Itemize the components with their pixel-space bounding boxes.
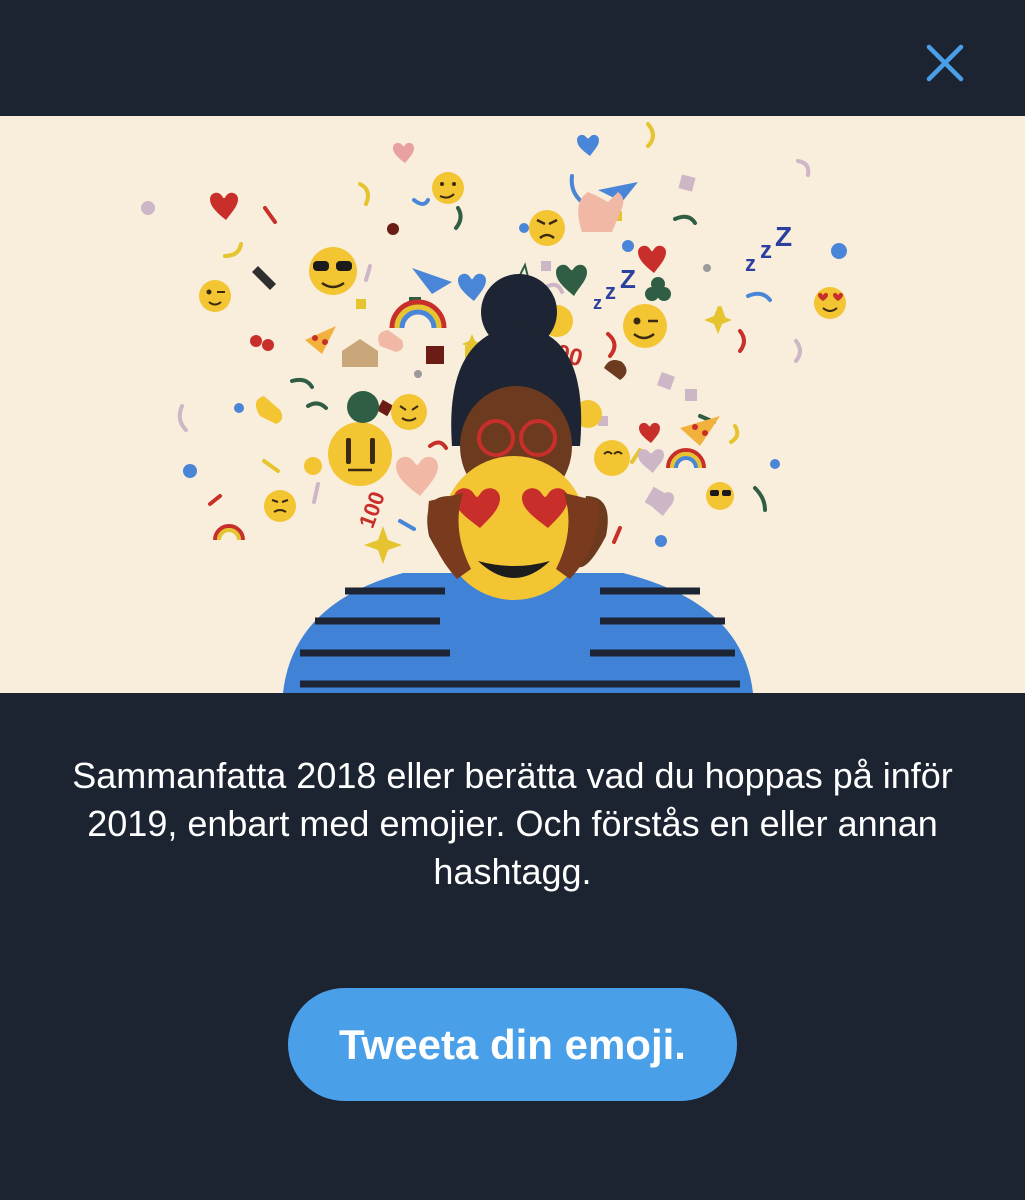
- promo-message: Sammanfatta 2018 eller berätta vad du ho…: [72, 755, 953, 892]
- tweet-emoji-button[interactable]: Tweeta din emoji.: [288, 988, 737, 1101]
- close-button[interactable]: [918, 36, 972, 90]
- emoji-promo-dialog: 100 100 z z Z z z Z: [0, 0, 1025, 1200]
- svg-text:z: z: [593, 293, 602, 313]
- hero-illustration: 100 100 z z Z z z Z: [0, 116, 1025, 693]
- top-bar: [0, 0, 1025, 116]
- svg-text:z: z: [605, 279, 616, 304]
- close-icon: [926, 44, 964, 82]
- svg-text:z: z: [745, 251, 756, 276]
- hundred-emoji-small: 100: [354, 488, 390, 531]
- illustration-art: 100 100 z z Z z z Z: [141, 122, 847, 693]
- svg-text:Z: Z: [775, 221, 792, 252]
- heart-eyes-mask: [442, 456, 586, 600]
- svg-text:Z: Z: [620, 264, 636, 294]
- svg-text:z: z: [760, 237, 772, 264]
